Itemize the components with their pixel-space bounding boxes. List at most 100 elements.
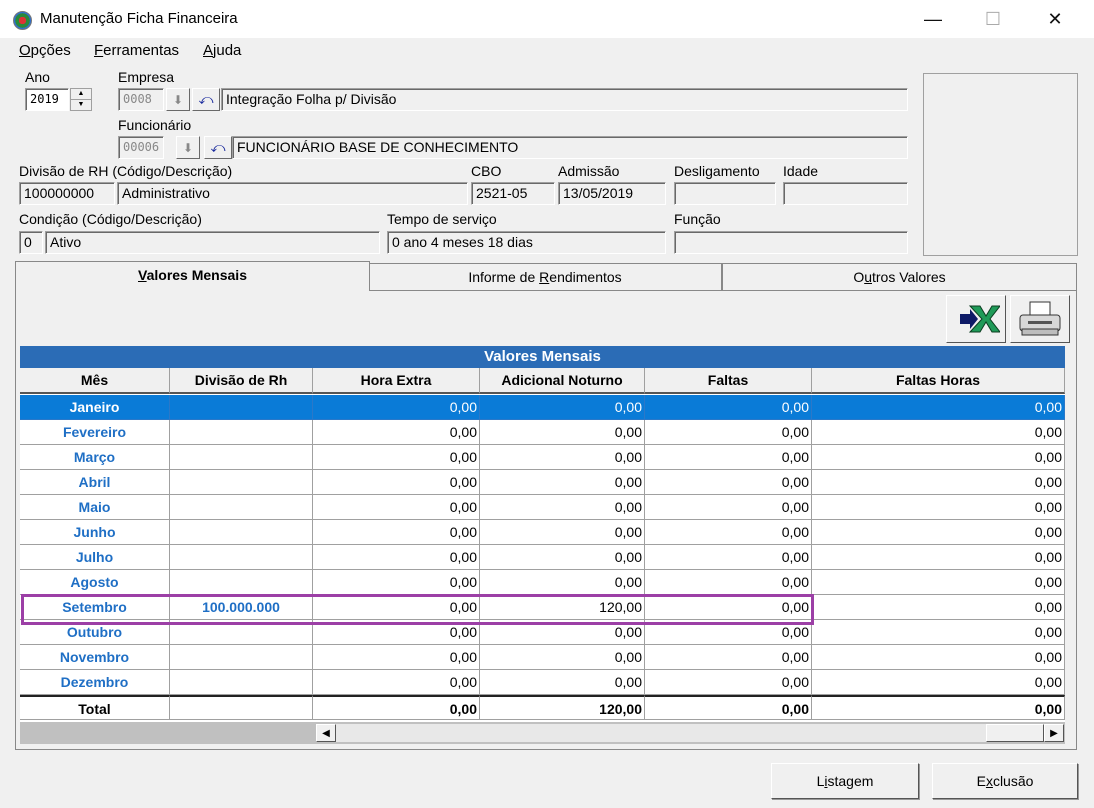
tab-outros-valores[interactable]: Outros Valores [722,263,1077,291]
ano-input[interactable]: 2019 [25,88,69,111]
minimize-button[interactable]: — [910,0,956,38]
cell-faltas-horas[interactable]: 0,00 [812,645,1065,670]
cell-faltas-horas[interactable]: 0,00 [812,470,1065,495]
cell-month[interactable]: Dezembro [20,670,170,695]
menu-ajuda[interactable]: Ajuda [203,42,241,59]
cell-faltas-horas[interactable]: 0,00 [812,395,1065,420]
cell-faltas[interactable]: 0,00 [645,545,812,570]
cell-faltas[interactable]: 0,00 [645,395,812,420]
cell-month[interactable]: Fevereiro [20,420,170,445]
column-header[interactable]: Hora Extra [313,368,480,394]
cell-month[interactable]: Julho [20,545,170,570]
cell-faltas[interactable]: 0,00 [645,645,812,670]
scroll-right-icon[interactable]: ▶ [1044,724,1064,742]
cell-faltas-horas[interactable]: 0,00 [812,420,1065,445]
scroll-track[interactable] [336,724,986,742]
cell-division[interactable] [170,570,313,595]
cell-hora-extra[interactable]: 0,00 [313,670,480,695]
ano-spinner[interactable]: ▲ ▼ [70,88,92,111]
cell-faltas[interactable]: 0,00 [645,495,812,520]
cell-adicional-noturno[interactable]: 0,00 [480,445,645,470]
table-row[interactable]: Julho 0,00 0,00 0,00 0,00 [20,545,1065,570]
valores-mensais-grid[interactable]: Valores Mensais Mês Divisão de Rh Hora Ext… [20,346,1065,744]
cell-hora-extra[interactable]: 0,00 [313,495,480,520]
column-header[interactable]: Adicional Noturno [480,368,645,394]
menu-ferramentas[interactable]: Ferramentas [94,42,179,59]
tab-informe-rendimentos[interactable]: Informe de Rendimentos [368,263,722,291]
scroll-thumb[interactable] [986,724,1044,742]
exclusao-button[interactable]: Exclusão [932,763,1078,799]
column-header[interactable]: Faltas [645,368,812,394]
cell-month[interactable]: Novembro [20,645,170,670]
table-row[interactable]: Janeiro 0,00 0,00 0,00 0,00 [20,395,1065,420]
cell-faltas[interactable]: 0,00 [645,445,812,470]
cell-hora-extra[interactable]: 0,00 [313,545,480,570]
print-button[interactable] [1010,295,1070,343]
close-button[interactable]: ✕ [1032,0,1078,38]
cell-faltas[interactable]: 0,00 [645,670,812,695]
cell-month[interactable]: Março [20,445,170,470]
column-header[interactable]: Divisão de Rh [170,368,313,394]
cell-adicional-noturno[interactable]: 0,00 [480,570,645,595]
cell-faltas-horas[interactable]: 0,00 [812,570,1065,595]
cell-month[interactable]: Maio [20,495,170,520]
table-row[interactable]: Dezembro 0,00 0,00 0,00 0,00 [20,670,1065,695]
cell-division[interactable] [170,695,313,720]
cell-hora-extra[interactable]: 0,00 [313,445,480,470]
cell-faltas[interactable]: 0,00 [645,420,812,445]
tab-valores-mensais[interactable]: Valores Mensais [15,261,370,291]
cell-hora-extra[interactable]: 0,00 [313,420,480,445]
cell-faltas-horas[interactable]: 0,00 [812,495,1065,520]
table-row[interactable]: Março 0,00 0,00 0,00 0,00 [20,445,1065,470]
table-row[interactable]: Junho 0,00 0,00 0,00 0,00 [20,520,1065,545]
cell-month[interactable]: Agosto [20,570,170,595]
maximize-button[interactable]: ☐ [970,0,1016,38]
cell-month[interactable]: Janeiro [20,395,170,420]
cell-month[interactable]: Total [20,695,170,720]
cell-month[interactable]: Abril [20,470,170,495]
cell-faltas-horas[interactable]: 0,00 [812,520,1065,545]
cell-hora-extra[interactable]: 0,00 [313,695,480,720]
cell-faltas-horas[interactable]: 0,00 [812,620,1065,645]
cell-hora-extra[interactable]: 0,00 [313,470,480,495]
cell-hora-extra[interactable]: 0,00 [313,645,480,670]
spinner-down-icon[interactable]: ▼ [71,100,91,110]
cell-division[interactable] [170,445,313,470]
cell-adicional-noturno[interactable]: 0,00 [480,470,645,495]
cell-division[interactable] [170,395,313,420]
cell-faltas-horas[interactable]: 0,00 [812,670,1065,695]
cell-division[interactable] [170,670,313,695]
cell-adicional-noturno[interactable]: 0,00 [480,520,645,545]
menu-opcoes[interactable]: Opções [19,42,71,59]
cell-division[interactable] [170,470,313,495]
cell-faltas[interactable]: 0,00 [645,570,812,595]
listagem-button[interactable]: Listagem [771,763,919,799]
cell-adicional-noturno[interactable]: 120,00 [480,695,645,720]
cell-division[interactable] [170,495,313,520]
cell-division[interactable] [170,645,313,670]
download-icon[interactable]: ⬇ [166,88,190,111]
scroll-left-icon[interactable]: ◀ [316,724,336,742]
cell-month[interactable]: Junho [20,520,170,545]
cell-adicional-noturno[interactable]: 0,00 [480,495,645,520]
cell-division[interactable] [170,420,313,445]
cell-faltas[interactable]: 0,00 [645,470,812,495]
undo-icon[interactable]: ⤺ [192,88,220,111]
cell-adicional-noturno[interactable]: 0,00 [480,670,645,695]
table-row[interactable]: Novembro 0,00 0,00 0,00 0,00 [20,645,1065,670]
cell-adicional-noturno[interactable]: 0,00 [480,395,645,420]
cell-adicional-noturno[interactable]: 0,00 [480,545,645,570]
spinner-up-icon[interactable]: ▲ [71,89,91,100]
cell-hora-extra[interactable]: 0,00 [313,570,480,595]
horizontal-scrollbar[interactable]: ◀ ▶ [20,722,1065,744]
undo-icon[interactable]: ⤺ [204,136,232,159]
funcionario-code-field[interactable]: 00006 [118,136,164,159]
empresa-code-field[interactable]: 0008 [118,88,164,111]
cell-hora-extra[interactable]: 0,00 [313,520,480,545]
excel-export-button[interactable] [946,295,1006,343]
table-row[interactable]: Fevereiro 0,00 0,00 0,00 0,00 [20,420,1065,445]
cell-faltas-horas[interactable]: 0,00 [812,445,1065,470]
table-row[interactable]: Maio 0,00 0,00 0,00 0,00 [20,495,1065,520]
cell-faltas-horas[interactable]: 0,00 [812,695,1065,720]
cell-adicional-noturno[interactable]: 0,00 [480,420,645,445]
